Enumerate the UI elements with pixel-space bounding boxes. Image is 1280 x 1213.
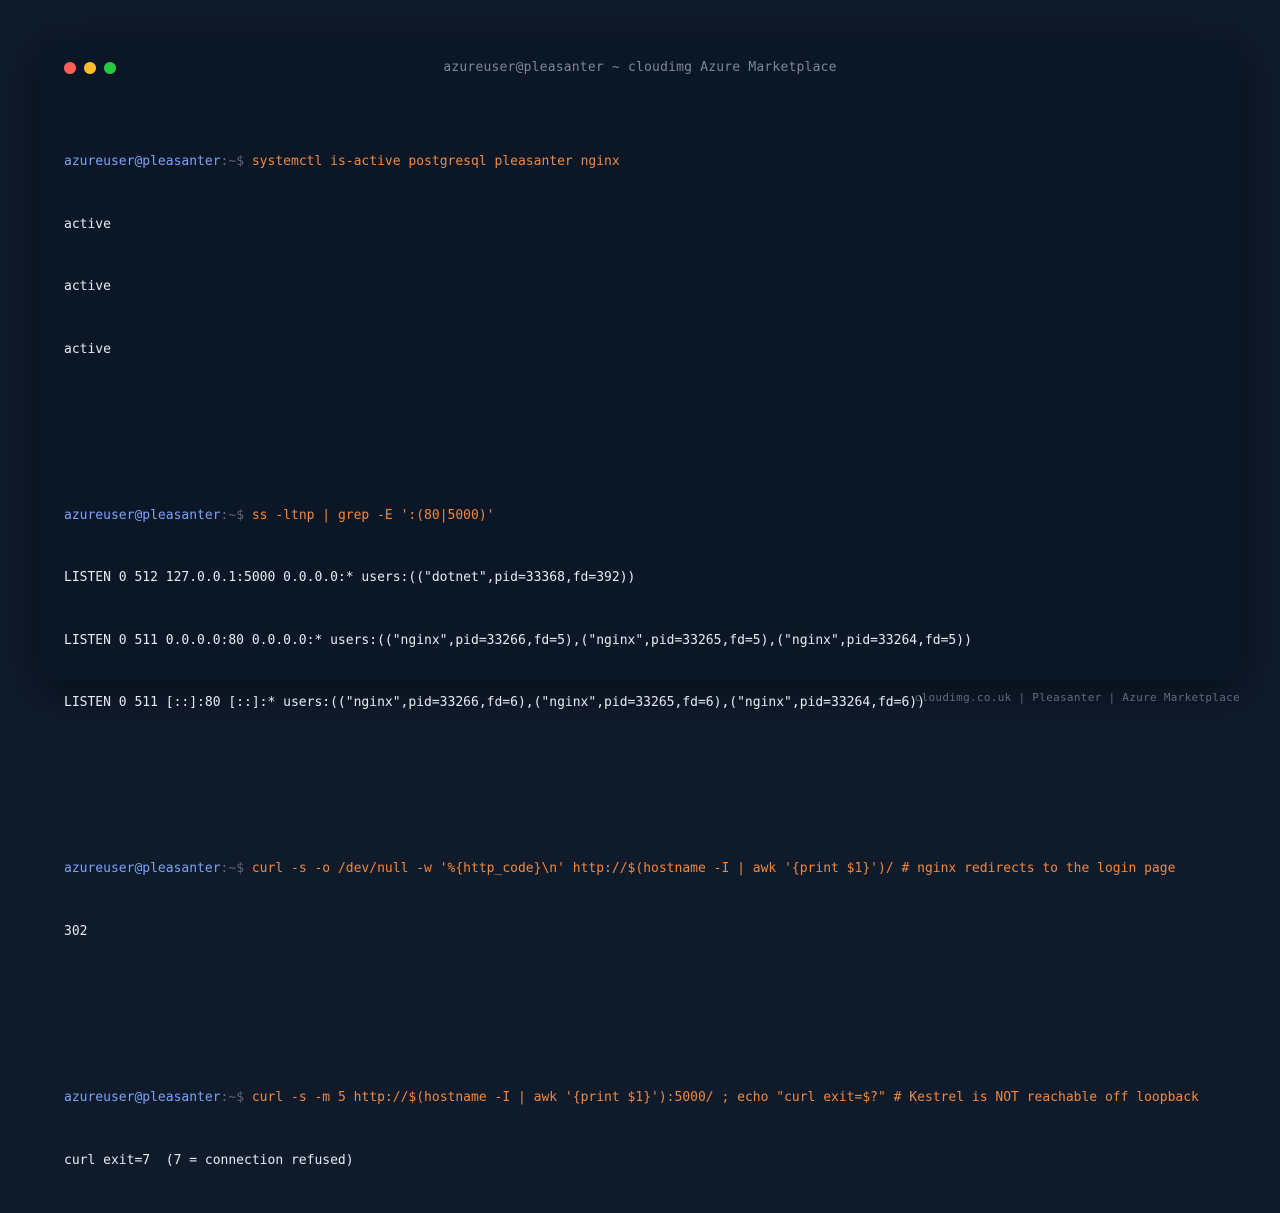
command-text: curl -s -o /dev/null -w '%{http_code}\n'… bbox=[251, 861, 1176, 877]
footer-caption: cloudimg.co.uk | Pleasanter | Azure Mark… bbox=[914, 691, 1240, 704]
command-line: azureuser@pleasanter:~$ curl -s -m 5 htt… bbox=[64, 1088, 1220, 1109]
prompt-user-host: azureuser@pleasanter bbox=[64, 507, 221, 523]
prompt-user-host: azureuser@pleasanter bbox=[64, 861, 221, 877]
output-line: curl exit=7 (7 = connection refused) bbox=[64, 1152, 354, 1168]
command-line: azureuser@pleasanter:~$ ss -ltnp | grep … bbox=[64, 506, 1220, 527]
prompt-user-host: azureuser@pleasanter bbox=[64, 154, 221, 170]
command-text: systemctl is-active postgresql pleasante… bbox=[251, 154, 620, 170]
prompt-path: :~$ bbox=[220, 154, 252, 170]
prompt-path: :~$ bbox=[220, 507, 252, 523]
output-line: active bbox=[64, 279, 111, 295]
output-line: 302 bbox=[64, 923, 88, 939]
title-bar: azureuser@pleasanter ~ cloudimg Azure Ma… bbox=[40, 40, 1240, 96]
prompt-path: :~$ bbox=[220, 861, 252, 877]
output-line: active bbox=[64, 216, 111, 232]
output-line: active bbox=[64, 341, 111, 357]
terminal-window: azureuser@pleasanter ~ cloudimg Azure Ma… bbox=[40, 40, 1240, 1168]
terminal-output[interactable]: azureuser@pleasanter:~$ systemctl is-act… bbox=[64, 90, 1220, 1213]
command-text: ss -ltnp | grep -E ':(80|5000)' bbox=[251, 507, 495, 523]
prompt-user-host: azureuser@pleasanter bbox=[64, 1090, 221, 1106]
output-line: LISTEN 0 512 127.0.0.1:5000 0.0.0.0:* us… bbox=[64, 570, 636, 586]
output-line: LISTEN 0 511 0.0.0.0:80 0.0.0.0:* users:… bbox=[64, 632, 972, 648]
command-text: curl -s -m 5 http://$(hostname -I | awk … bbox=[251, 1090, 1199, 1106]
prompt-path: :~$ bbox=[220, 1090, 252, 1106]
command-line: azureuser@pleasanter:~$ curl -s -o /dev/… bbox=[64, 859, 1220, 880]
command-line: azureuser@pleasanter:~$ systemctl is-act… bbox=[64, 152, 1220, 173]
window-title: azureuser@pleasanter ~ cloudimg Azure Ma… bbox=[443, 60, 837, 75]
